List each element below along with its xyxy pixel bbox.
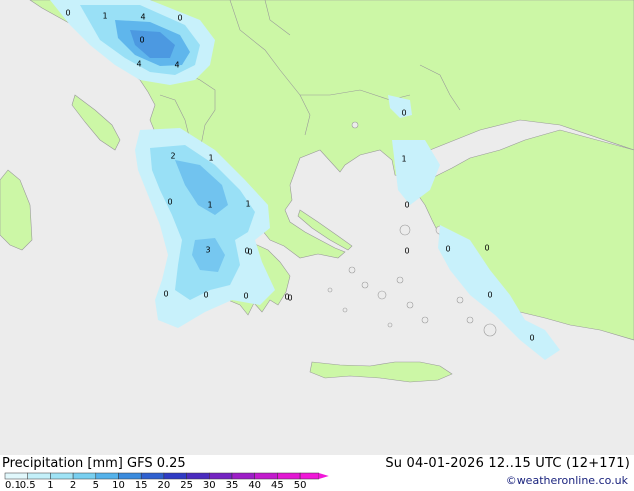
- legend-swatch: [27, 472, 51, 480]
- value-label: 0: [404, 201, 409, 210]
- legend-swatch: [4, 472, 28, 480]
- value-label: 0: [445, 245, 450, 254]
- value-label: 1: [245, 200, 250, 209]
- value-label: 0: [167, 198, 172, 207]
- legend-label: 20: [157, 480, 171, 491]
- value-label: 0: [243, 292, 248, 301]
- value-label: 4: [174, 61, 179, 70]
- legend-swatch: [231, 472, 255, 480]
- legend-arrow: [318, 473, 329, 479]
- legend-label: 35: [225, 480, 239, 491]
- value-label: 0: [177, 14, 182, 23]
- legend-label: 25: [180, 480, 193, 491]
- forecast-datetime: Su 04-01-2026 12..15 UTC (12+171): [385, 456, 630, 471]
- precipitation-map: 0 1 4 0 4 4 0 2 1 0 1 1 0 3 0 0 0 0 0 0 …: [0, 0, 634, 455]
- legend-label: 0.5: [19, 480, 36, 491]
- legend-swatch: [95, 472, 119, 480]
- legend-label: 2: [69, 480, 77, 491]
- legend-label: 1: [47, 480, 54, 491]
- value-label: 0: [247, 248, 252, 257]
- value-label: 2: [170, 152, 175, 161]
- value-label: 3: [205, 246, 210, 255]
- credit-link[interactable]: ©weatheronline.co.uk: [506, 474, 628, 487]
- value-label: 1: [207, 201, 212, 210]
- legend-label: 30: [202, 480, 216, 491]
- value-label: 1: [102, 12, 107, 21]
- value-label: 0: [484, 244, 489, 253]
- value-label: 0: [529, 334, 534, 343]
- legend-label: 50: [293, 480, 307, 491]
- legend-label: 0.1: [5, 480, 21, 491]
- legend-swatch: [254, 472, 278, 480]
- legend-swatch: [118, 472, 142, 480]
- legend-swatch: [163, 472, 187, 480]
- legend-label: 45: [271, 480, 284, 491]
- value-label: 4: [136, 60, 141, 69]
- legend-label: 5: [92, 480, 99, 491]
- value-label: 0: [404, 247, 409, 256]
- chart-title: Precipitation [mm] GFS 0.25: [2, 456, 186, 471]
- value-label: 0: [163, 290, 168, 299]
- value-label: 1: [208, 154, 213, 163]
- legend-swatch: [277, 472, 301, 480]
- legend-label: 40: [248, 480, 262, 491]
- legend-swatch: [186, 472, 210, 480]
- value-label: 4: [140, 13, 145, 22]
- value-label: 0: [287, 294, 292, 303]
- value-label: 0: [65, 9, 70, 18]
- legend-swatch: [72, 472, 97, 480]
- value-label: 0: [139, 36, 144, 45]
- legend-label: 15: [134, 480, 148, 491]
- legend-label: 10: [112, 480, 125, 491]
- legend-swatch: [50, 472, 74, 480]
- legend-swatch: [299, 472, 320, 480]
- legend-swatch: [209, 472, 233, 480]
- value-label: 1: [401, 155, 406, 164]
- value-label: 0: [203, 291, 208, 300]
- value-label: 0: [401, 109, 406, 118]
- value-label: 0: [487, 291, 492, 300]
- legend-swatch: [140, 472, 165, 480]
